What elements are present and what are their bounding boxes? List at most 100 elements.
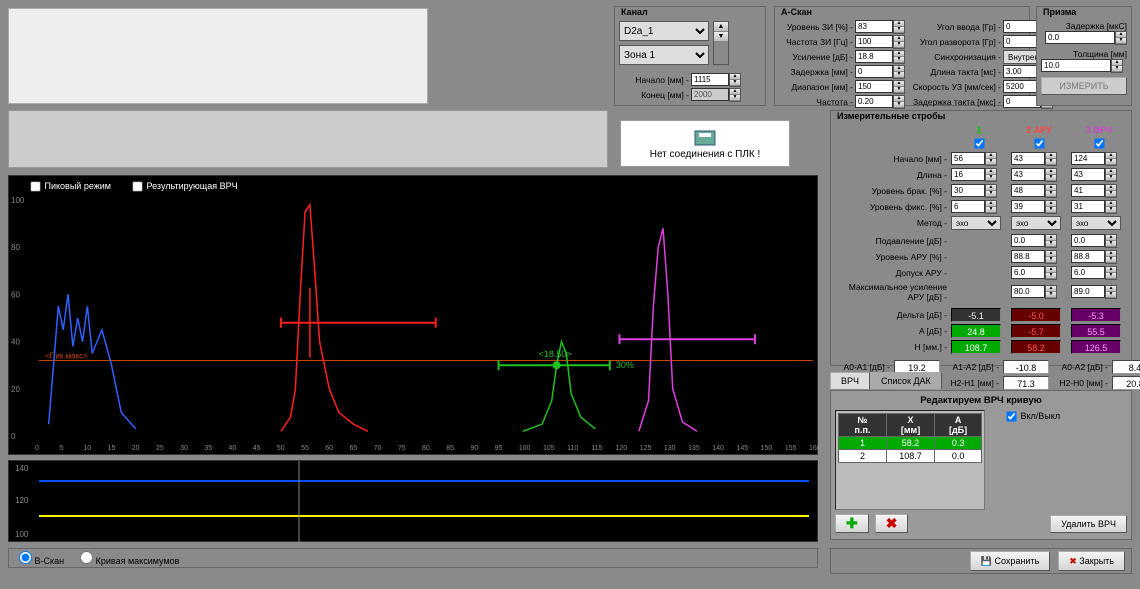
gate-method[interactable]: эхо [1011, 216, 1061, 230]
peak-mode-check[interactable]: Пиковый режим [29, 180, 111, 193]
vrc-table[interactable]: № п.п.X [мм]A [дБ]158.20.32108.70.0 [838, 413, 982, 463]
channel-select-2[interactable]: Зона 1 [619, 45, 709, 65]
result-value: 24.8 [951, 324, 1001, 338]
thick-input[interactable] [1041, 59, 1111, 72]
curve-radio[interactable]: Кривая максимумов [80, 551, 179, 566]
param-input[interactable] [855, 35, 893, 48]
svg-text:155: 155 [785, 445, 797, 452]
param-input[interactable] [855, 65, 893, 78]
bscan-chart[interactable]: 140 120 100 [8, 460, 818, 542]
ascan-chart[interactable]: Пиковый режим Результирующая ВРЧ 0204060… [8, 175, 818, 455]
svg-text:105: 105 [543, 445, 555, 452]
vrc-row[interactable]: 158.20.3 [839, 437, 982, 450]
gate-input[interactable] [1011, 168, 1045, 181]
thick-label: Толщина [мм] [1041, 49, 1127, 59]
vrc-onoff-check[interactable]: Вкл/Выкл [1005, 410, 1060, 510]
gate-input[interactable] [951, 168, 985, 181]
result-value: -5.1 [951, 308, 1001, 322]
gate-input[interactable] [1071, 266, 1105, 279]
gate-input[interactable] [951, 152, 985, 165]
param-label: Задержка [мм] - [779, 67, 853, 77]
svg-text:60: 60 [325, 445, 333, 452]
add-point-button[interactable]: ✚ [835, 514, 869, 533]
gate-input[interactable] [951, 200, 985, 213]
svg-text:160: 160 [809, 445, 819, 452]
param-label: Частота - [779, 97, 853, 107]
diff-label: A0-A2 [дБ] - [1053, 362, 1108, 372]
svg-text:110: 110 [567, 445, 578, 452]
save-button[interactable]: 💾 Сохранить [970, 551, 1050, 571]
svg-text:20: 20 [132, 445, 140, 452]
gate-method[interactable]: эхо [1071, 216, 1121, 230]
svg-text:115: 115 [591, 445, 602, 452]
result-value: 108.7 [951, 340, 1001, 354]
tab-vrc[interactable]: ВРЧ [830, 372, 870, 389]
status-text: Нет соединения с ПЛК ! [650, 149, 761, 160]
vrc-row[interactable]: 2108.70.0 [839, 450, 982, 463]
vrc-title: Редактируем ВРЧ кривую [835, 395, 1127, 406]
svg-text:35: 35 [204, 445, 212, 452]
svg-text:25: 25 [156, 445, 164, 452]
channel-spinner[interactable]: ▲▼ [713, 21, 729, 65]
svg-text:55: 55 [301, 445, 309, 452]
ascan-title: А-Скан [779, 7, 814, 17]
param-input[interactable] [855, 50, 893, 63]
gate-enable-check[interactable] [1034, 138, 1044, 148]
svg-text:95: 95 [495, 445, 503, 452]
gate-method[interactable]: эхо [951, 216, 1001, 230]
svg-text:135: 135 [688, 445, 700, 452]
blank-canvas-mid [8, 110, 608, 168]
gate-input[interactable] [1011, 184, 1045, 197]
bscan-mode-panel: B-Скан Кривая максимумов [8, 548, 818, 568]
delay-label: Задержка [мкС] [1041, 21, 1127, 31]
remove-point-button[interactable]: ✖ [875, 514, 909, 533]
res-vrc-check[interactable]: Результирующая ВРЧ [131, 180, 238, 193]
gate-input[interactable] [1011, 200, 1045, 213]
param-input[interactable] [855, 95, 893, 108]
svg-text:150: 150 [761, 445, 773, 452]
param-label: Диапазон [мм] - [779, 82, 853, 92]
param-input[interactable] [855, 80, 893, 93]
gate-input[interactable] [1071, 285, 1105, 298]
gate-input[interactable] [1071, 168, 1105, 181]
svg-text:65: 65 [349, 445, 357, 452]
gate-input[interactable] [1071, 234, 1105, 247]
result-value: -5.7 [1011, 324, 1061, 338]
end-input[interactable] [691, 88, 729, 101]
delay-input[interactable] [1045, 31, 1115, 44]
gate-input[interactable] [1071, 152, 1105, 165]
measure-button[interactable]: ИЗМЕРИТЬ [1041, 77, 1127, 95]
gate-input[interactable] [1011, 234, 1045, 247]
close-button[interactable]: ✖ Закрыть [1058, 551, 1125, 571]
svg-text:30%: 30% [616, 360, 634, 370]
result-value: 126.5 [1071, 340, 1121, 354]
svg-text:15: 15 [108, 445, 116, 452]
tab-dak[interactable]: Список ДАК [870, 372, 942, 389]
gate-input[interactable] [1011, 250, 1045, 263]
gate-label: Подавление [дБ] - [835, 236, 947, 246]
svg-text:5: 5 [59, 445, 63, 452]
gate-enable-check[interactable] [1094, 138, 1104, 148]
svg-text:40: 40 [229, 445, 237, 452]
bscan-radio[interactable]: B-Скан [19, 551, 64, 566]
channel-select-1[interactable]: D2a_1 [619, 21, 709, 41]
param-input[interactable] [855, 20, 893, 33]
diff-label: A1-A2 [дБ] - [944, 362, 999, 372]
param-label: Скорость УЗ [мм/сек] - [907, 82, 1001, 92]
svg-text:85: 85 [446, 445, 454, 452]
gate-input[interactable] [1011, 266, 1045, 279]
delete-vrc-button[interactable]: Удалить ВРЧ [1050, 515, 1127, 533]
gate-input[interactable] [1011, 152, 1045, 165]
channel-title: Канал [619, 7, 650, 17]
start-input[interactable] [691, 73, 729, 86]
gate-enable-check[interactable] [974, 138, 984, 148]
svg-text:140: 140 [15, 464, 29, 473]
diff-label: A0-A1 [дБ] - [835, 362, 890, 372]
gate-input[interactable] [1071, 200, 1105, 213]
param-label: Угол разворота [Гр] - [907, 37, 1001, 47]
gate-input[interactable] [1071, 250, 1105, 263]
gate-input[interactable] [1071, 184, 1105, 197]
gate-input[interactable] [951, 184, 985, 197]
gate-input[interactable] [1011, 285, 1045, 298]
svg-text:75: 75 [398, 445, 406, 452]
